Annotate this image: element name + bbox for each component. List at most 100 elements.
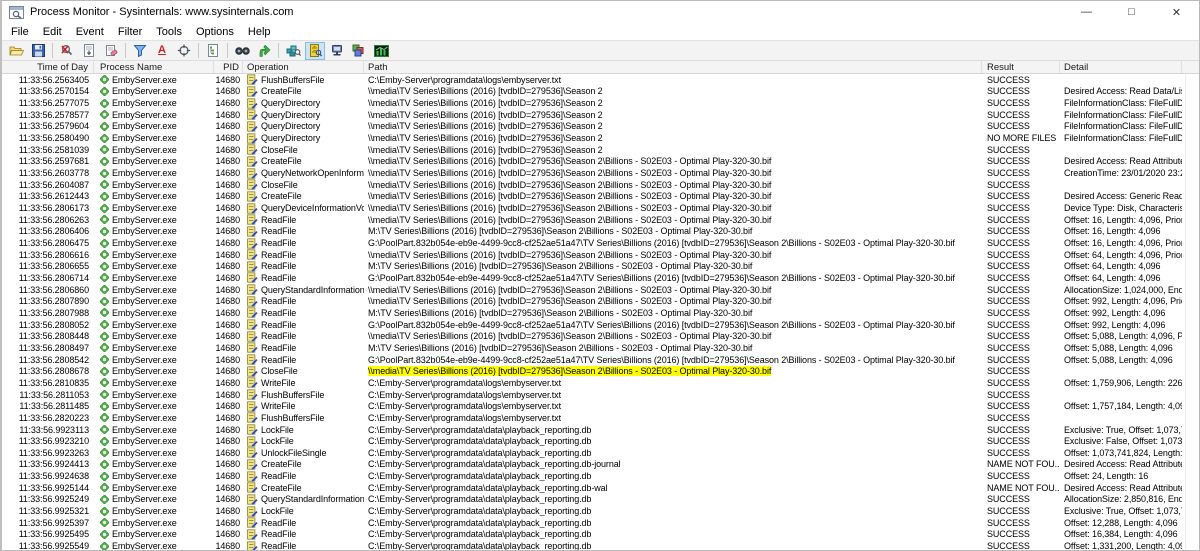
clear-icon[interactable] [101, 42, 121, 60]
table-row[interactable]: 11:33:56.2577075 EmbyServer.exe 14680 Qu… [2, 97, 1199, 109]
table-row[interactable]: 11:33:56.2806714 EmbyServer.exe 14680 Re… [2, 272, 1199, 284]
menu-item[interactable]: Filter [111, 25, 149, 39]
table-row[interactable]: 11:33:56.2581039 EmbyServer.exe 14680 Cl… [2, 144, 1199, 156]
table-row[interactable]: 11:33:56.2811053 EmbyServer.exe 14680 Fl… [2, 389, 1199, 401]
row-operation-label: CreateFile [261, 191, 302, 202]
include-process-icon[interactable] [174, 42, 194, 60]
row-time: 11:33:56.9925495 [18, 529, 89, 540]
show-filesystem-activity-icon[interactable] [305, 41, 325, 60]
row-pid: 14680 [215, 436, 240, 447]
file-operation-icon [247, 482, 258, 494]
menu-item[interactable]: Event [69, 25, 111, 39]
open-file-icon[interactable] [6, 42, 26, 60]
row-path: G:\PoolPart.832b054e-eb9e-4499-9cc8-cf25… [364, 238, 982, 248]
table-row[interactable]: 11:33:56.9925321 EmbyServer.exe 14680 Lo… [2, 505, 1199, 517]
row-path-text: C:\Emby-Server\programdata\data\playback… [368, 494, 592, 505]
file-operation-icon [247, 179, 258, 191]
emby-process-icon [100, 425, 109, 435]
jump-to-object-icon[interactable] [254, 42, 274, 60]
table-row[interactable]: 11:33:56.2570154 EmbyServer.exe 14680 Cr… [2, 86, 1199, 98]
table-row[interactable]: 11:33:56.2806173 EmbyServer.exe 14680 Qu… [2, 202, 1199, 214]
table-row[interactable]: 11:33:56.2806475 EmbyServer.exe 14680 Re… [2, 237, 1199, 249]
table-row[interactable]: 11:33:56.9923113 EmbyServer.exe 14680 Lo… [2, 424, 1199, 436]
table-row[interactable]: 11:33:56.2807890 EmbyServer.exe 14680 Re… [2, 295, 1199, 307]
file-operation-icon [247, 436, 258, 447]
table-row[interactable]: 11:33:56.2820223 EmbyServer.exe 14680 Fl… [2, 412, 1199, 424]
table-row[interactable]: 11:33:56.2580490 EmbyServer.exe 14680 Qu… [2, 132, 1199, 144]
show-profiling-events-icon[interactable] [371, 42, 391, 60]
row-operation: FlushBuffersFile [243, 389, 364, 400]
menu-item[interactable]: Edit [36, 25, 69, 39]
row-detail: Exclusive: True, Offset: 1,073,7... [1064, 506, 1182, 517]
column-header-process-name[interactable]: Process Name [94, 61, 214, 73]
row-process: EmbyServer.exe [94, 191, 214, 201]
table-row[interactable]: 11:33:56.2563405 EmbyServer.exe 14680 Fl… [2, 74, 1199, 86]
menu-item[interactable]: Options [189, 25, 241, 39]
table-row[interactable]: 11:33:56.2810835 EmbyServer.exe 14680 Wr… [2, 377, 1199, 389]
process-tree-icon[interactable] [203, 42, 223, 60]
title-bar[interactable]: Process Monitor - Sysinternals: www.sysi… [2, 1, 1199, 23]
row-time: 11:33:56.2807988 [18, 307, 89, 318]
row-process: EmbyServer.exe [94, 145, 214, 155]
table-row[interactable]: 11:33:56.2808052 EmbyServer.exe 14680 Re… [2, 319, 1199, 331]
table-row[interactable]: 11:33:56.2808497 EmbyServer.exe 14680 Re… [2, 342, 1199, 354]
row-result: SUCCESS [987, 354, 1030, 365]
column-header-time[interactable]: Time of Day [2, 61, 94, 73]
row-time: 11:33:56.2811485 [19, 401, 89, 412]
menu-item[interactable]: Tools [149, 25, 189, 39]
table-row[interactable]: 11:33:56.9925249 EmbyServer.exe 14680 Qu… [2, 494, 1199, 506]
column-header-detail[interactable]: Detail [1060, 61, 1182, 73]
table-row[interactable]: 11:33:56.2811485 EmbyServer.exe 14680 Wr… [2, 400, 1199, 412]
table-row[interactable]: 11:33:56.2578577 EmbyServer.exe 14680 Qu… [2, 109, 1199, 121]
show-network-activity-icon[interactable] [327, 42, 347, 60]
table-row[interactable]: 11:33:56.2806406 EmbyServer.exe 14680 Re… [2, 226, 1199, 238]
table-row[interactable]: 11:33:56.2806860 EmbyServer.exe 14680 Qu… [2, 284, 1199, 296]
table-row[interactable]: 11:33:56.9925495 EmbyServer.exe 14680 Re… [2, 529, 1199, 541]
highlight-icon[interactable]: A [152, 42, 172, 60]
menu-item[interactable]: File [4, 25, 36, 39]
find-icon[interactable] [232, 42, 252, 60]
table-row[interactable]: 11:33:56.2603778 EmbyServer.exe 14680 Qu… [2, 167, 1199, 179]
minimize-button[interactable]: — [1064, 1, 1109, 23]
column-header-operation[interactable]: Operation [243, 61, 364, 73]
table-row[interactable]: 11:33:56.9925549 EmbyServer.exe 14680 Re… [2, 540, 1199, 550]
table-row[interactable]: 11:33:56.2806655 EmbyServer.exe 14680 Re… [2, 261, 1199, 273]
row-result: SUCCESS [987, 284, 1030, 295]
row-operation: ReadFile [243, 319, 364, 330]
table-row[interactable]: 11:33:56.2808542 EmbyServer.exe 14680 Re… [2, 354, 1199, 366]
table-row[interactable]: 11:33:56.9923263 EmbyServer.exe 14680 Un… [2, 447, 1199, 459]
show-registry-activity-icon[interactable] [283, 42, 303, 60]
table-row[interactable]: 11:33:56.2808448 EmbyServer.exe 14680 Re… [2, 330, 1199, 342]
capture-icon[interactable] [57, 42, 77, 60]
close-button[interactable]: ✕ [1154, 1, 1199, 23]
table-row[interactable]: 11:33:56.2597681 EmbyServer.exe 14680 Cr… [2, 156, 1199, 168]
table-row[interactable]: 11:33:56.2579604 EmbyServer.exe 14680 Qu… [2, 121, 1199, 133]
table-row[interactable]: 11:33:56.9924413 EmbyServer.exe 14680 Cr… [2, 459, 1199, 471]
column-header-pid[interactable]: PID [214, 61, 243, 73]
menu-item[interactable]: Help [241, 25, 278, 39]
row-operation: CreateFile [243, 459, 364, 470]
row-path-text: C:\Emby-Server\programdata\logs\embyserv… [368, 401, 561, 412]
row-process-name: EmbyServer.exe [112, 98, 177, 109]
table-row[interactable]: 11:33:56.9925144 EmbyServer.exe 14680 Cr… [2, 482, 1199, 494]
table-row[interactable]: 11:33:56.2808678 EmbyServer.exe 14680 Cl… [2, 365, 1199, 377]
column-header-path[interactable]: Path [364, 61, 982, 73]
table-row[interactable]: 11:33:56.2604087 EmbyServer.exe 14680 Cl… [2, 179, 1199, 191]
column-header-result[interactable]: Result [982, 61, 1060, 73]
save-icon[interactable] [28, 42, 48, 60]
show-process-activity-icon[interactable] [349, 42, 369, 60]
autoscroll-icon[interactable] [79, 42, 99, 60]
row-operation-label: WriteFile [261, 401, 296, 412]
maximize-button[interactable]: □ [1109, 1, 1154, 23]
table-row[interactable]: 11:33:56.2806263 EmbyServer.exe 14680 Re… [2, 214, 1199, 226]
row-operation-label: ReadFile [261, 517, 297, 528]
filter-icon[interactable] [130, 42, 150, 60]
table-row[interactable]: 11:33:56.2612443 EmbyServer.exe 14680 Cr… [2, 191, 1199, 203]
table-row[interactable]: 11:33:56.9923210 EmbyServer.exe 14680 Lo… [2, 435, 1199, 447]
table-row[interactable]: 11:33:56.9924638 EmbyServer.exe 14680 Re… [2, 470, 1199, 482]
row-detail: AllocationSize: 2,850,816, End... [1064, 494, 1182, 505]
table-row[interactable]: 11:33:56.2807988 EmbyServer.exe 14680 Re… [2, 307, 1199, 319]
row-operation-label: ReadFile [261, 471, 297, 482]
table-row[interactable]: 11:33:56.2806616 EmbyServer.exe 14680 Re… [2, 249, 1199, 261]
table-row[interactable]: 11:33:56.9925397 EmbyServer.exe 14680 Re… [2, 517, 1199, 529]
